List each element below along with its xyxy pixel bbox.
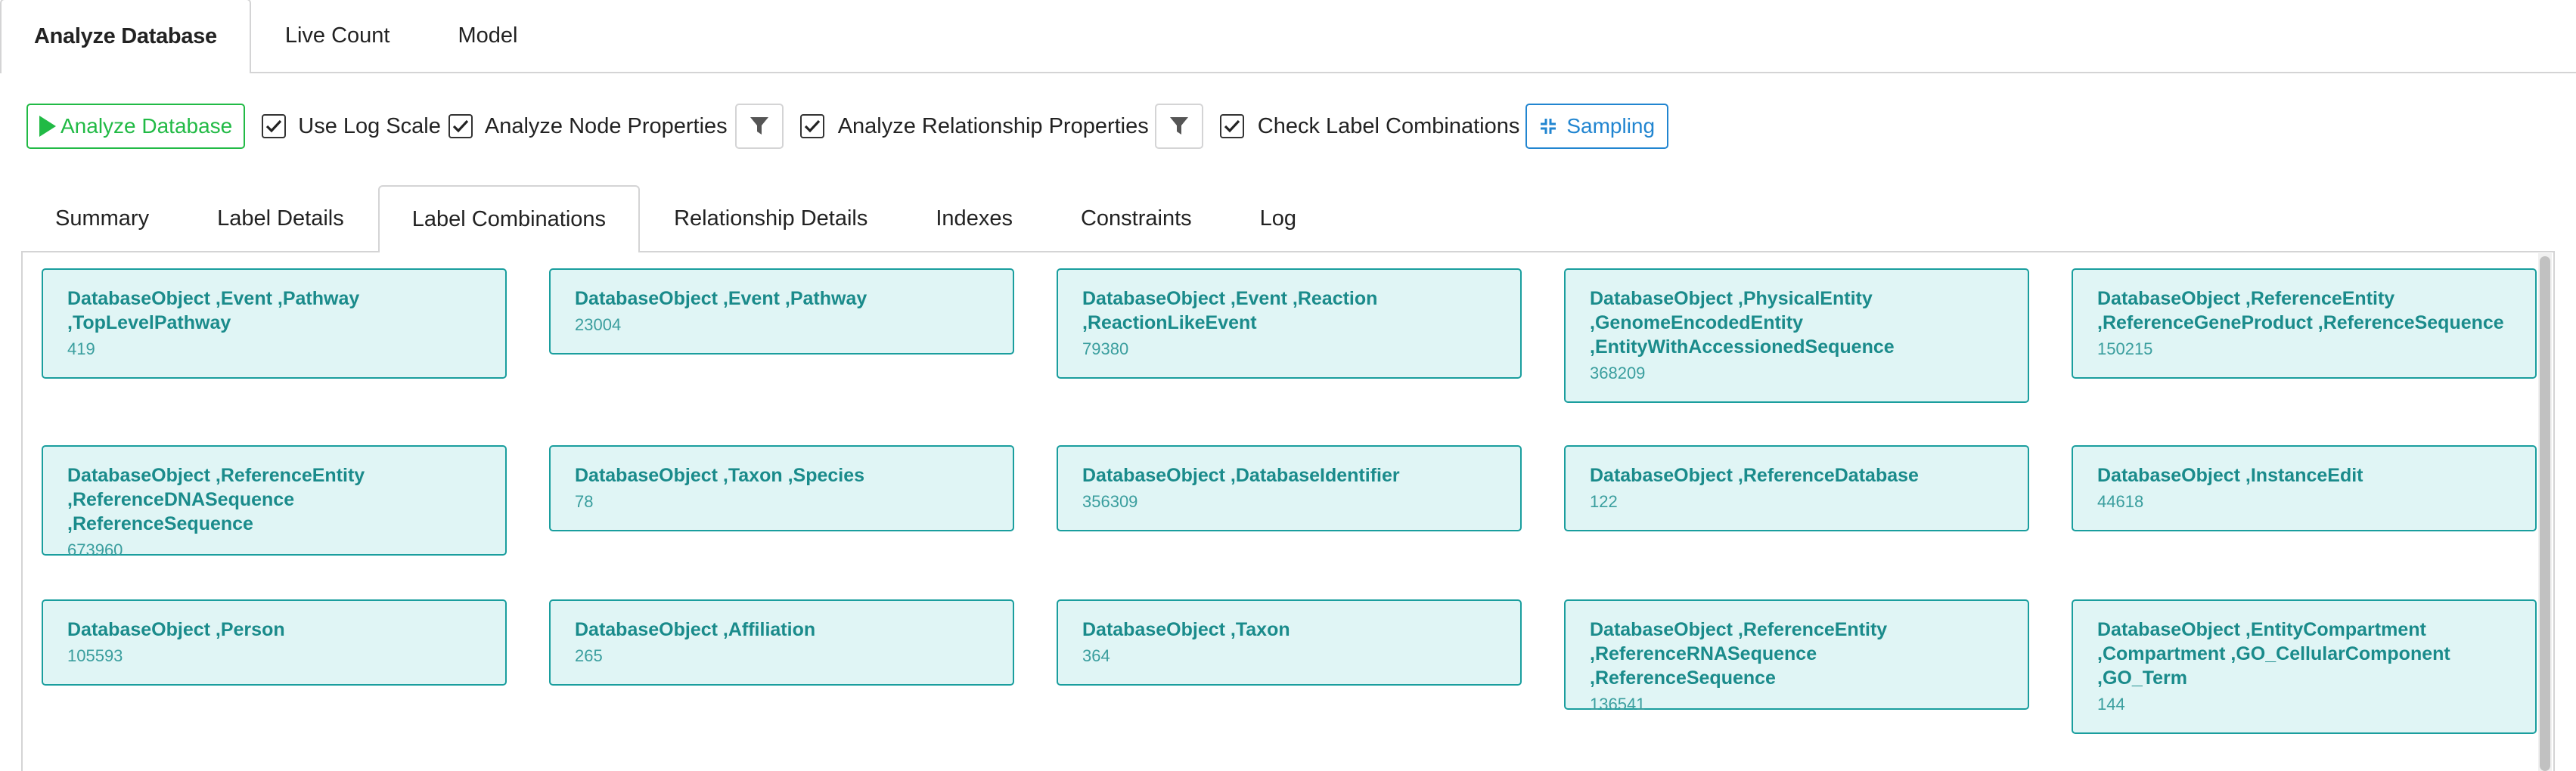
label-combination-card: DatabaseObject ,Affiliation 265 <box>549 599 1014 686</box>
filter-icon <box>1169 117 1188 135</box>
label-combination-count: 122 <box>1590 492 1618 511</box>
label-combination-card: DatabaseObject ,Taxon ,Species 78 <box>549 445 1014 531</box>
play-icon <box>39 116 56 137</box>
label-combination-card: DatabaseObject ,Event ,Pathway ,TopLevel… <box>42 268 507 379</box>
tab-label-details[interactable]: Label Details <box>183 185 378 251</box>
label-combination-count: 364 <box>1082 646 1110 665</box>
label-combination-count: 78 <box>575 492 594 511</box>
label-combination-card: DatabaseObject ,ReferenceEntity ,Referen… <box>1564 599 2029 714</box>
label-combination-count: 150215 <box>2097 339 2153 358</box>
label-combination-count: 105593 <box>67 646 123 665</box>
label-combination-labels: DatabaseObject ,ReferenceDatabase <box>1590 465 1919 486</box>
label-combination-labels: DatabaseObject ,Event ,Reaction ,Reactio… <box>1082 288 1378 333</box>
label-combination-card: DatabaseObject ,Taxon 364 <box>1057 599 1522 686</box>
label-combination-card: DatabaseObject ,Event ,Pathway 23004 <box>549 268 1014 355</box>
check-label-combinations-checkbox[interactable] <box>1219 114 1244 138</box>
sampling-label: Sampling <box>1566 114 1656 138</box>
label-combination-count: 44618 <box>2097 492 2144 511</box>
label-combination-labels: DatabaseObject ,InstanceEdit <box>2097 465 2363 486</box>
compress-icon <box>1541 119 1556 134</box>
label-combination-count: 136541 <box>1590 695 1646 714</box>
label-combination-card: DatabaseObject ,Event ,Reaction ,Reactio… <box>1057 268 1522 379</box>
analyze-relationship-properties-label: Analyze Relationship Properties <box>837 113 1149 138</box>
label-combination-count: 419 <box>67 339 95 358</box>
label-combination-count: 23004 <box>575 315 622 334</box>
use-log-scale-label: Use Log Scale <box>298 113 441 138</box>
tab-indexes[interactable]: Indexes <box>902 185 1047 251</box>
label-combination-count: 673960 <box>67 540 123 559</box>
tab-live-count[interactable]: Live Count <box>251 0 424 72</box>
label-combination-labels: DatabaseObject ,Person <box>67 619 285 640</box>
label-combination-labels: DatabaseObject ,ReferenceEntity ,Referen… <box>2097 288 2504 333</box>
label-combination-card: DatabaseObject ,ReferenceEntity ,Referen… <box>2072 268 2537 379</box>
label-combination-count: 356309 <box>1082 492 1138 511</box>
label-combination-labels: DatabaseObject ,EntityCompartment ,Compa… <box>2097 619 2450 689</box>
label-combination-card: DatabaseObject ,EntityCompartment ,Compa… <box>2072 599 2537 734</box>
analyze-relationship-properties-checkbox[interactable] <box>799 114 824 138</box>
check-icon <box>804 119 820 133</box>
tab-log[interactable]: Log <box>1226 185 1330 251</box>
analysis-sub-tab-bar: Summary Label Details Label Combinations… <box>21 185 2555 252</box>
analyze-node-properties-checkbox[interactable] <box>448 114 473 138</box>
label-combination-labels: DatabaseObject ,Taxon <box>1082 619 1290 640</box>
analysis-toolbar: Analyze Database Use Log Scale Analyze N… <box>26 103 1669 150</box>
label-combination-count: 368209 <box>1590 364 1646 382</box>
check-label-combinations-label: Check Label Combinations <box>1257 113 1520 138</box>
label-combination-card: DatabaseObject ,ReferenceDatabase 122 <box>1564 445 2029 531</box>
label-combination-labels: DatabaseObject ,PhysicalEntity ,GenomeEn… <box>1590 288 1895 358</box>
label-combination-labels: DatabaseObject ,ReferenceEntity ,Referen… <box>67 465 365 534</box>
analyze-database-button[interactable]: Analyze Database <box>26 104 246 149</box>
analyze-database-label: Analyze Database <box>61 114 233 138</box>
tab-label-combinations[interactable]: Label Combinations <box>377 185 641 252</box>
label-combinations-panel: DatabaseObject ,Event ,Pathway ,TopLevel… <box>21 252 2555 771</box>
check-icon <box>1224 119 1240 133</box>
top-tab-bar: Analyze Database Live Count Model <box>0 0 2576 73</box>
use-log-scale-checkbox[interactable] <box>262 114 287 138</box>
tab-relationship-details[interactable]: Relationship Details <box>640 185 902 251</box>
tab-summary[interactable]: Summary <box>21 185 183 251</box>
scrollbar-thumb[interactable] <box>2540 256 2550 771</box>
label-combination-card: DatabaseObject ,Person 105593 <box>42 599 507 686</box>
analyze-node-properties-label: Analyze Node Properties <box>484 113 728 138</box>
label-combination-count: 144 <box>2097 695 2125 714</box>
relationship-properties-filter-button[interactable] <box>1154 104 1203 149</box>
label-combination-card: DatabaseObject ,InstanceEdit 44618 <box>2072 445 2537 531</box>
label-combination-labels: DatabaseObject ,ReferenceEntity ,Referen… <box>1590 619 1888 689</box>
sampling-button[interactable]: Sampling <box>1525 104 1669 149</box>
node-properties-filter-button[interactable] <box>734 104 784 149</box>
tab-analyze-database[interactable]: Analyze Database <box>0 0 251 73</box>
label-combination-count: 265 <box>575 646 603 665</box>
check-icon <box>452 119 469 133</box>
label-combination-card: DatabaseObject ,PhysicalEntity ,GenomeEn… <box>1564 268 2029 403</box>
tab-constraints[interactable]: Constraints <box>1047 185 1226 251</box>
label-combination-card: DatabaseObject ,DatabaseIdentifier 35630… <box>1057 445 1522 531</box>
filter-icon <box>750 117 768 135</box>
check-icon <box>266 119 282 133</box>
label-combination-labels: DatabaseObject ,Taxon ,Species <box>575 465 865 486</box>
label-combination-labels: DatabaseObject ,Event ,Pathway <box>575 288 867 309</box>
label-combination-labels: DatabaseObject ,DatabaseIdentifier <box>1082 465 1400 486</box>
label-combination-count: 79380 <box>1082 339 1129 358</box>
tab-model[interactable]: Model <box>424 0 551 72</box>
label-combination-labels: DatabaseObject ,Event ,Pathway ,TopLevel… <box>67 288 360 333</box>
label-combination-card: DatabaseObject ,ReferenceEntity ,Referen… <box>42 445 507 559</box>
label-combination-labels: DatabaseObject ,Affiliation <box>575 619 816 640</box>
vertical-scrollbar[interactable] <box>2538 253 2552 771</box>
